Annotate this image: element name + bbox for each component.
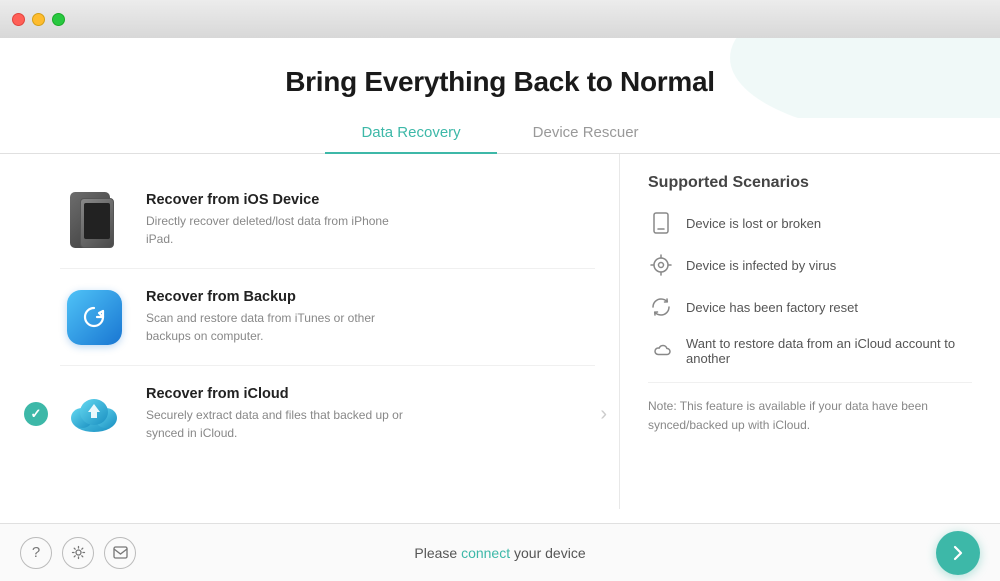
left-panel: Recover from iOS Device Directly recover…	[0, 154, 620, 509]
reset-icon	[648, 294, 674, 320]
title-bar	[0, 0, 1000, 38]
bottom-left-icons: ?	[20, 537, 136, 569]
tab-data-recovery[interactable]: Data Recovery	[325, 116, 496, 153]
ios-device-text: Recover from iOS Device Directly recover…	[146, 192, 406, 248]
scenario-icloud-restore-text: Want to restore data from an iCloud acco…	[686, 336, 972, 366]
header: Bring Everything Back to Normal	[0, 38, 1000, 98]
status-highlight: connect	[461, 545, 510, 561]
scenario-lost-broken-text: Device is lost or broken	[686, 216, 821, 231]
bottom-bar: ? Please connect your device	[0, 523, 1000, 581]
help-button[interactable]: ?	[20, 537, 52, 569]
backup-desc: Scan and restore data from iTunes or oth…	[146, 309, 406, 345]
tabs-container: Data Recovery Device Rescuer	[0, 116, 1000, 154]
settings-gear-icon	[71, 545, 86, 560]
scenario-virus: Device is infected by virus	[648, 252, 972, 278]
chevron-right-icon: ›	[600, 403, 607, 426]
maximize-button[interactable]	[52, 13, 65, 26]
icloud-text: Recover from iCloud Securely extract dat…	[146, 386, 406, 442]
scenario-virus-text: Device is infected by virus	[686, 258, 836, 273]
backup-icon-wrap	[60, 283, 128, 351]
device-front	[80, 198, 114, 248]
page-title: Bring Everything Back to Normal	[0, 66, 1000, 98]
main-content: Bring Everything Back to Normal Data Rec…	[0, 38, 1000, 523]
ios-device-icon-wrap	[60, 186, 128, 254]
virus-icon	[648, 252, 674, 278]
icloud-icon	[62, 382, 127, 447]
recovery-item-backup[interactable]: Recover from Backup Scan and restore dat…	[60, 269, 595, 366]
scenario-factory-reset: Device has been factory reset	[648, 294, 972, 320]
recovery-item-icloud[interactable]: Recover from iCloud Securely extract dat…	[60, 366, 595, 462]
backup-text: Recover from Backup Scan and restore dat…	[146, 289, 406, 345]
scenario-icloud-restore: Want to restore data from an iCloud acco…	[648, 336, 972, 366]
email-icon	[113, 546, 128, 559]
scenario-lost-broken: Device is lost or broken	[648, 210, 972, 236]
next-button[interactable]	[936, 531, 980, 575]
right-panel: Supported Scenarios Device is lost or br…	[620, 154, 1000, 509]
icloud-desc: Securely extract data and files that bac…	[146, 406, 406, 442]
minimize-button[interactable]	[32, 13, 45, 26]
content-area: Recover from iOS Device Directly recover…	[0, 154, 1000, 509]
icloud-title: Recover from iCloud	[146, 386, 406, 402]
ios-device-icon	[62, 188, 127, 253]
selected-checkmark	[24, 402, 48, 426]
close-button[interactable]	[12, 13, 25, 26]
ios-device-desc: Directly recover deleted/lost data from …	[146, 212, 406, 248]
phone-broken-icon	[648, 210, 674, 236]
ios-device-title: Recover from iOS Device	[146, 192, 406, 208]
arrow-right-icon	[948, 543, 968, 563]
settings-button[interactable]	[62, 537, 94, 569]
cloud-restore-icon	[648, 338, 674, 364]
backup-svg-icon	[79, 302, 109, 332]
backup-icon-bg-wrap	[62, 285, 127, 350]
scenario-factory-reset-text: Device has been factory reset	[686, 300, 858, 315]
note-text: Note: This feature is available if your …	[648, 382, 972, 435]
tab-device-rescuer[interactable]: Device Rescuer	[497, 116, 675, 153]
recovery-item-ios[interactable]: Recover from iOS Device Directly recover…	[60, 172, 595, 269]
scenarios-title: Supported Scenarios	[648, 174, 972, 192]
traffic-lights	[12, 13, 65, 26]
status-text: Please connect your device	[414, 545, 585, 561]
email-button[interactable]	[104, 537, 136, 569]
backup-icon	[67, 290, 122, 345]
icloud-icon-wrap	[60, 380, 128, 448]
backup-title: Recover from Backup	[146, 289, 406, 305]
